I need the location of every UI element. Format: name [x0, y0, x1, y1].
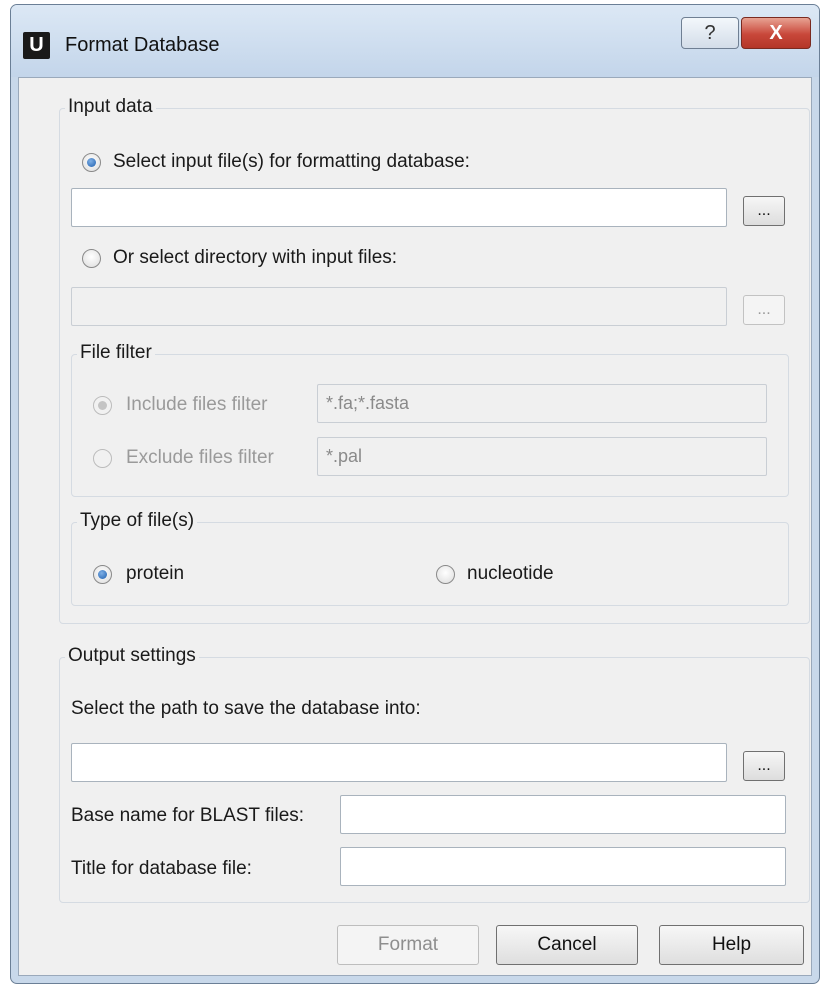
- db-title-label: Title for database file:: [71, 858, 252, 879]
- file-filter-legend: File filter: [77, 342, 155, 364]
- question-mark-icon: ?: [704, 22, 716, 44]
- browse-directory-button[interactable]: ...: [743, 295, 785, 325]
- help-button[interactable]: Help: [659, 925, 804, 965]
- browse-files-button[interactable]: ...: [743, 196, 785, 226]
- input-data-legend: Input data: [65, 96, 156, 118]
- browse-save-path-button[interactable]: ...: [743, 751, 785, 781]
- title-help-button[interactable]: ?: [681, 17, 739, 49]
- format-button[interactable]: Format: [337, 925, 479, 965]
- protein-radio[interactable]: [93, 565, 112, 584]
- base-name-label: Base name for BLAST files:: [71, 805, 305, 826]
- exclude-filter-field[interactable]: [317, 437, 767, 476]
- title-bar[interactable]: U Format Database ? X: [11, 5, 819, 77]
- protein-label: protein: [126, 563, 185, 584]
- file-type-legend: Type of file(s): [77, 510, 198, 532]
- select-files-label: Select input file(s) for formatting data…: [113, 151, 470, 172]
- nucleotide-label: nucleotide: [467, 563, 554, 584]
- include-filter-radio[interactable]: [93, 396, 112, 415]
- app-logo-icon: U: [23, 32, 50, 59]
- format-database-dialog: U Format Database ? X Input data Select …: [10, 4, 820, 984]
- db-title-field[interactable]: [340, 847, 786, 886]
- input-directory-field[interactable]: [71, 287, 727, 326]
- nucleotide-radio[interactable]: [436, 565, 455, 584]
- dialog-body: Input data Select input file(s) for form…: [18, 77, 812, 976]
- save-path-field[interactable]: [71, 743, 727, 782]
- save-path-label: Select the path to save the database int…: [71, 698, 421, 719]
- exclude-filter-label: Exclude files filter: [126, 447, 274, 468]
- base-name-field[interactable]: [340, 795, 786, 834]
- close-icon: X: [769, 22, 783, 44]
- include-filter-label: Include files filter: [126, 394, 268, 415]
- cancel-button[interactable]: Cancel: [496, 925, 638, 965]
- close-button[interactable]: X: [741, 17, 811, 49]
- select-files-radio[interactable]: [82, 153, 101, 172]
- select-directory-label: Or select directory with input files:: [113, 247, 398, 268]
- include-filter-field[interactable]: [317, 384, 767, 423]
- window-title: Format Database: [65, 34, 220, 56]
- exclude-filter-radio[interactable]: [93, 449, 112, 468]
- input-files-field[interactable]: [71, 188, 727, 227]
- select-directory-radio[interactable]: [82, 249, 101, 268]
- output-settings-legend: Output settings: [65, 645, 199, 667]
